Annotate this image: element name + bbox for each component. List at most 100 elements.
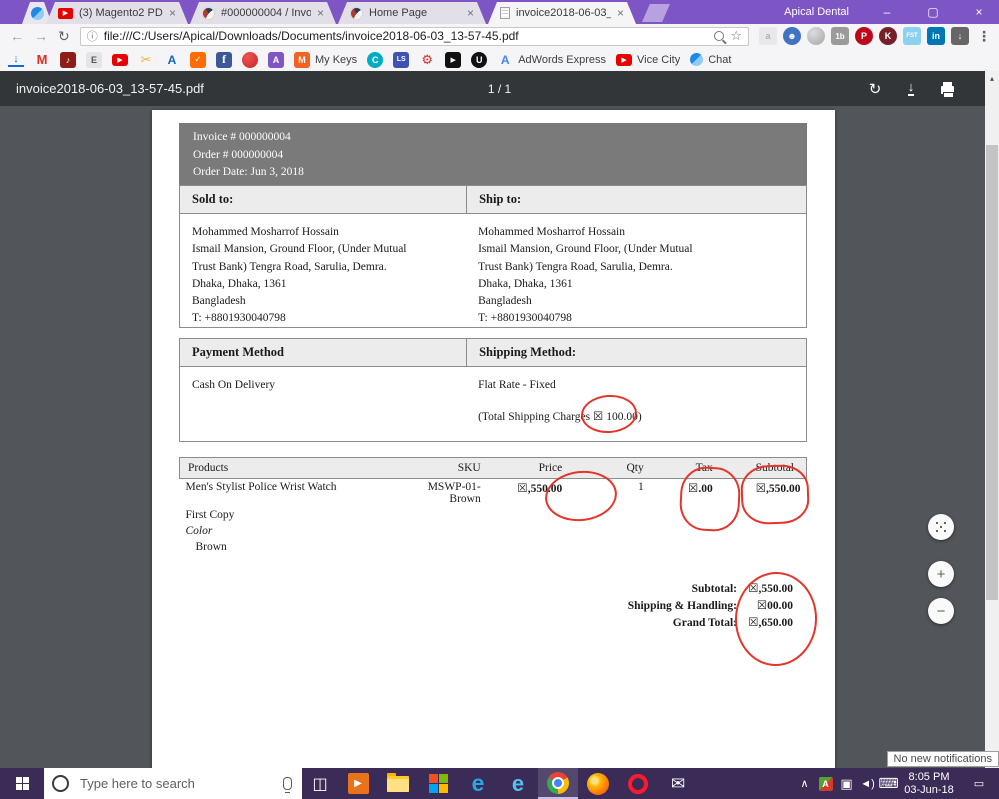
fst-extension-icon[interactable]: FST xyxy=(903,27,921,45)
tab-invoices[interactable]: #000000004 / Invoices / C × xyxy=(190,2,336,24)
bookmark-tools[interactable]: ✂ xyxy=(138,52,154,68)
taskbar-edge[interactable]: e xyxy=(458,768,498,799)
tab-close-icon[interactable]: × xyxy=(467,7,474,19)
avast-extension-icon[interactable]: a xyxy=(759,27,777,45)
tray-network[interactable]: ▣ xyxy=(836,768,857,799)
tray-chevron[interactable]: ∧ xyxy=(794,768,815,799)
start-button[interactable] xyxy=(0,768,44,799)
tab-invoice-pdf-active[interactable]: invoice2018-06-03_13-57 × xyxy=(488,2,636,24)
taskbar-store[interactable] xyxy=(418,768,458,799)
bookmark-facebook[interactable]: f xyxy=(216,52,232,68)
zoom-out-button[interactable]: − xyxy=(928,598,954,624)
bookmark-adwords-express[interactable]: AAdWords Express xyxy=(497,52,606,68)
close-button[interactable]: × xyxy=(959,0,999,24)
taskbar-firefox[interactable] xyxy=(578,768,618,799)
url-input[interactable] xyxy=(104,29,709,43)
taskbar-internet-explorer[interactable]: e xyxy=(498,768,538,799)
zoom-search-icon[interactable] xyxy=(714,31,724,41)
page-info-icon[interactable]: ⓘ xyxy=(87,28,98,44)
bookmark-vice-city[interactable]: ▶Vice City xyxy=(616,54,680,66)
purple-a-icon: A xyxy=(268,52,284,68)
pinterest-extension-icon[interactable]: P xyxy=(855,27,873,45)
file-explorer-icon xyxy=(387,776,409,792)
task-view-icon: ◫ xyxy=(312,774,327,794)
bookmark-chat[interactable]: Chat xyxy=(690,53,731,66)
bookmark-downloads[interactable]: ↓ xyxy=(8,52,24,67)
totals-block: Subtotal: ☒,550.00 Shipping & Handling: … xyxy=(179,581,807,632)
scroll-up-icon[interactable]: ▴ xyxy=(985,71,999,85)
linkedin-extension-icon[interactable]: in xyxy=(927,27,945,45)
bookmark-my-keys[interactable]: MMy Keys xyxy=(294,52,357,68)
grand-total-label: Grand Total: xyxy=(673,615,737,632)
taskbar-clock[interactable]: 8:05 PM 03-Jun-18 xyxy=(899,771,959,797)
magento-favicon xyxy=(202,7,215,20)
taskbar-file-explorer[interactable] xyxy=(378,768,418,799)
fit-page-button[interactable] xyxy=(928,514,954,540)
bookmark-u[interactable]: U xyxy=(471,52,487,68)
bookmark-analytics[interactable]: A xyxy=(164,52,180,68)
bookmark-star-icon[interactable]: ☆ xyxy=(730,28,742,44)
tab-home-page[interactable]: Home Page × xyxy=(338,2,486,24)
bookmark-purple-a[interactable]: A xyxy=(268,52,284,68)
payment-method-label: Payment Method xyxy=(180,339,466,366)
account-extension-icon[interactable]: ☻ xyxy=(783,27,801,45)
taskbar-search-box[interactable] xyxy=(44,768,302,799)
bookmark-media[interactable]: ♪ xyxy=(60,52,76,68)
address-bar[interactable]: ⓘ ☆ xyxy=(80,27,749,46)
bookmark-ls[interactable]: LS xyxy=(393,52,409,68)
vertical-scrollbar[interactable]: ▴ ▾ xyxy=(985,71,999,768)
tray-keyboard[interactable]: ⌨ xyxy=(878,768,899,799)
tab-close-icon[interactable]: × xyxy=(617,7,624,19)
invoice-document: Invoice # 000000004 Order # 000000004 Or… xyxy=(179,123,807,632)
forward-icon[interactable]: → xyxy=(34,28,48,44)
maximize-button[interactable]: ▢ xyxy=(913,0,953,24)
browser-menu-icon[interactable]: ⋮ xyxy=(977,28,991,45)
address-line: Trust Bank) Tengra Road, Sarulia, Demra. xyxy=(478,259,794,276)
profile-name[interactable]: Apical Dental xyxy=(784,0,849,24)
bookmark-red-app[interactable] xyxy=(242,52,258,68)
task-view-button[interactable]: ◫ xyxy=(302,768,338,799)
taskbar-movies-tv[interactable]: ▶ xyxy=(338,768,378,799)
new-tab-button[interactable] xyxy=(642,4,670,22)
microphone-icon[interactable] xyxy=(283,777,292,790)
minimize-button[interactable]: – xyxy=(867,0,907,24)
analytics-icon: A xyxy=(164,52,180,68)
globe-extension-icon[interactable] xyxy=(807,27,825,45)
back-icon[interactable]: ← xyxy=(10,28,24,44)
grand-total-row: Grand Total: ☒,650.00 xyxy=(179,615,807,632)
action-center-button[interactable]: ▭ xyxy=(959,768,999,799)
zoom-in-button[interactable]: + xyxy=(928,561,954,587)
taskbar-search-input[interactable] xyxy=(78,775,283,792)
magento-icon: M xyxy=(294,52,310,68)
tab-close-icon[interactable]: × xyxy=(317,7,324,19)
onebox-extension-icon[interactable]: 1b xyxy=(831,27,849,45)
bookmark-play[interactable]: ▶ xyxy=(445,52,461,68)
tab-label: Home Page xyxy=(369,7,461,19)
taskbar-opera[interactable] xyxy=(618,768,658,799)
tray-volume[interactable]: ◄) xyxy=(857,768,878,799)
downloader-extension-icon[interactable]: ↓ xyxy=(951,27,969,45)
bookmark-youtube[interactable]: ▶ xyxy=(112,54,128,66)
tray-avast[interactable]: A xyxy=(815,768,836,799)
title-bar: ▶ (3) Magento2 PDF invoic × #000000004 /… xyxy=(0,0,999,24)
rotate-icon[interactable]: ↻ xyxy=(863,71,887,106)
tab-magento2-pdf-invoice[interactable]: ▶ (3) Magento2 PDF invoic × xyxy=(46,2,188,24)
k-extension-icon[interactable]: K xyxy=(879,27,897,45)
chevron-up-icon: ∧ xyxy=(800,777,808,790)
order-date: Order Date: Jun 3, 2018 xyxy=(193,164,793,182)
bookmark-c[interactable]: C xyxy=(367,52,383,68)
bookmark-gmail[interactable]: M xyxy=(34,52,50,68)
bookmark-e[interactable]: E xyxy=(86,52,102,68)
reload-icon[interactable]: ↻ xyxy=(58,28,70,45)
bookmark-settings[interactable]: ⚙ xyxy=(419,52,435,68)
print-icon[interactable] xyxy=(935,71,959,106)
taskbar-chrome-active[interactable] xyxy=(538,768,578,799)
pdf-page: Invoice # 000000004 Order # 000000004 Or… xyxy=(152,110,835,768)
printer-glyph xyxy=(941,86,954,94)
bookmark-orange[interactable]: ✓ xyxy=(190,52,206,68)
tab-close-icon[interactable]: × xyxy=(169,7,176,19)
scrollbar-thumb[interactable] xyxy=(986,145,998,600)
keyboard-icon: ⌨ xyxy=(878,775,898,792)
download-icon[interactable]: ↓ xyxy=(899,71,923,106)
taskbar-mail[interactable]: ✉ xyxy=(658,768,698,799)
